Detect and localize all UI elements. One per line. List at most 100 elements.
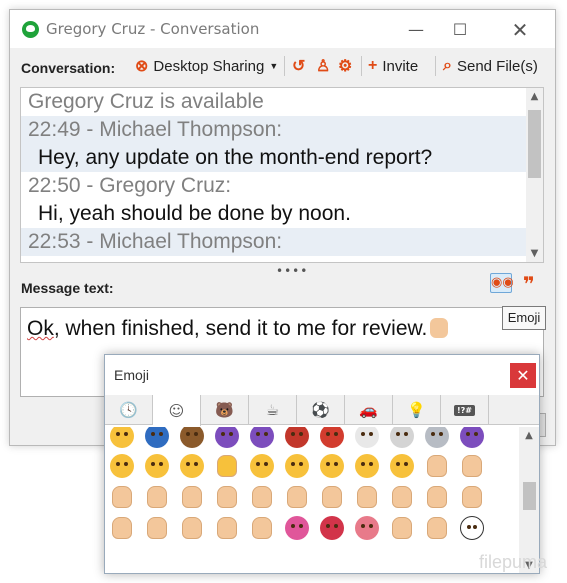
conversation-toolbar: Conversation: ⊗ Desktop Sharing ▼ ↺ ♙ ⚙ … — [10, 48, 555, 84]
toolbar-divider — [435, 56, 436, 76]
cat-smirk-icon — [250, 453, 275, 478]
emoji-icon: ◉◉ — [491, 275, 514, 290]
tab-bulb[interactable]: 💡 — [393, 395, 441, 425]
conversation-history[interactable]: Gregory Cruz is available 22:49 - Michael… — [20, 87, 544, 263]
emoji-raised-fist[interactable] — [210, 480, 245, 513]
desktop-sharing-icon: ⊗ — [135, 58, 149, 75]
emoji-cat-cry[interactable] — [350, 449, 385, 482]
scroll-down-arrow-icon[interactable]: ▼ — [526, 245, 543, 262]
smiley-icon: ☺ — [168, 401, 185, 420]
raised-hands-icon — [427, 454, 448, 477]
send-files-button[interactable]: ⌕ Send File(s) — [443, 55, 538, 77]
emoji-row — [105, 511, 515, 544]
cat-grin-icon — [145, 453, 170, 478]
tab-ball[interactable]: ⚽ — [297, 395, 345, 425]
emoji-flexed-biceps[interactable] — [210, 511, 245, 544]
waving-hand-icon — [252, 485, 273, 508]
call-history-button[interactable]: ↺ — [292, 55, 305, 77]
gear-icon: ⚙ — [338, 58, 353, 75]
goblin-icon — [320, 427, 345, 448]
emoji-lips[interactable] — [315, 511, 350, 544]
emoji-cat-joy[interactable] — [175, 449, 210, 482]
emoji-nose[interactable] — [420, 511, 455, 544]
point-left-icon — [287, 485, 308, 508]
symbols-icon: !?# — [454, 404, 475, 416]
close-button[interactable]: ✕ — [497, 16, 543, 44]
emoji-cat-scream[interactable] — [315, 449, 350, 482]
emoji-cat-heart-eyes[interactable] — [210, 449, 245, 482]
tab-cup[interactable]: ☕ — [249, 395, 297, 425]
emoji-waving-hand[interactable] — [245, 480, 280, 513]
conversation-label: Conversation: — [21, 60, 116, 76]
desktop-sharing-label: Desktop Sharing — [153, 57, 265, 75]
paperclip-icon: ⌕ — [443, 57, 452, 74]
scrollbar-thumb[interactable] — [528, 110, 541, 178]
raised-hand-icon — [147, 516, 168, 539]
emoji-thumbs-up[interactable] — [105, 480, 140, 513]
tab-clock[interactable]: 🕓 — [105, 395, 153, 425]
message-text: , when finished, send it to me for revie… — [53, 317, 428, 340]
conversation-scrollbar[interactable]: ▲ ▼ — [526, 88, 543, 262]
app-logo-icon — [22, 21, 39, 38]
tab-smiley[interactable]: ☺ — [153, 395, 201, 426]
emoji-raised-hand[interactable] — [140, 511, 175, 544]
title-bar[interactable]: Gregory Cruz - Conversation — ☐ ✕ — [10, 10, 555, 48]
angry-imp-icon — [250, 427, 275, 448]
tab-car[interactable]: 🚗 — [345, 395, 393, 425]
emoji-button[interactable]: ◉◉ — [490, 273, 514, 293]
emoji-folded-hands[interactable] — [245, 511, 280, 544]
sleepy-face-icon — [110, 427, 135, 448]
emoji-nail-polish[interactable] — [280, 511, 315, 544]
quote-button[interactable]: ❞ — [523, 272, 535, 296]
scroll-up-arrow-icon[interactable]: ▲ — [519, 427, 539, 445]
desktop-sharing-button[interactable]: ⊗ Desktop Sharing ▼ — [135, 55, 278, 77]
emoji-cat-kiss[interactable] — [280, 449, 315, 482]
emoji-open-hands[interactable] — [175, 511, 210, 544]
point-right-icon — [322, 485, 343, 508]
thumbs-down-icon — [147, 485, 168, 508]
emoji-cat-grin[interactable] — [140, 449, 175, 482]
emoji-category-tabs: 🕓 ☺ 🐻 ☕ ⚽ 🚗 💡 !?# — [105, 395, 539, 426]
conversation-line: Gregory Cruz is available — [28, 90, 264, 113]
emoji-point-left[interactable] — [280, 480, 315, 513]
emoji-fist[interactable] — [175, 480, 210, 513]
emoji-clapping[interactable] — [455, 449, 490, 482]
splitter-grip[interactable]: •••• — [276, 264, 308, 278]
emoji-ok-hand[interactable] — [420, 480, 455, 513]
ogre-icon — [285, 427, 310, 448]
emoji-index-up[interactable] — [455, 480, 490, 513]
toolbar-divider — [361, 56, 362, 76]
minimize-button[interactable]: — — [393, 16, 439, 44]
contact-info-button[interactable]: ♙ — [316, 55, 330, 77]
emoji-tongue[interactable] — [350, 511, 385, 544]
flexed-biceps-icon — [217, 516, 238, 539]
emoji-picker: Emoji ✕ 🕓 ☺ 🐻 ☕ ⚽ 🚗 💡 !?# ▲ ▼ — [104, 354, 540, 574]
settings-button[interactable]: ⚙ — [338, 55, 352, 77]
emoji-point-down[interactable] — [385, 480, 420, 513]
emoji-thumbs-down[interactable] — [140, 480, 175, 513]
ghost-icon — [355, 427, 380, 448]
emoji-point-right[interactable] — [315, 480, 350, 513]
invite-button[interactable]: + Invite — [368, 55, 418, 77]
tab-symbols[interactable]: !?# — [441, 395, 489, 425]
maximize-button[interactable]: ☐ — [437, 16, 483, 44]
folded-hands-icon — [252, 516, 273, 539]
emoji-cat-pout[interactable] — [385, 449, 420, 482]
watermark: filepuma — [479, 552, 548, 572]
scroll-up-arrow-icon[interactable]: ▲ — [526, 88, 543, 105]
emoji-picker-close-button[interactable]: ✕ — [510, 363, 536, 388]
smiling-imp-icon — [215, 427, 240, 448]
emoji-raised-hands[interactable] — [420, 449, 455, 482]
emoji-cat-smirk[interactable] — [245, 449, 280, 482]
emoji-row — [105, 427, 515, 451]
tongue-icon — [355, 515, 380, 540]
emoji-ear[interactable] — [385, 511, 420, 544]
scrollbar-thumb[interactable] — [523, 482, 536, 510]
emoji-point-up[interactable] — [350, 480, 385, 513]
emoji-eyes[interactable] — [455, 511, 490, 544]
tab-bear[interactable]: 🐻 — [201, 395, 249, 425]
conversation-line: 22:50 - Gregory Cruz: — [28, 174, 232, 197]
emoji-cat-smile[interactable] — [105, 449, 140, 482]
emoji-victory-hand[interactable] — [105, 511, 140, 544]
toolbar-divider — [284, 56, 285, 76]
